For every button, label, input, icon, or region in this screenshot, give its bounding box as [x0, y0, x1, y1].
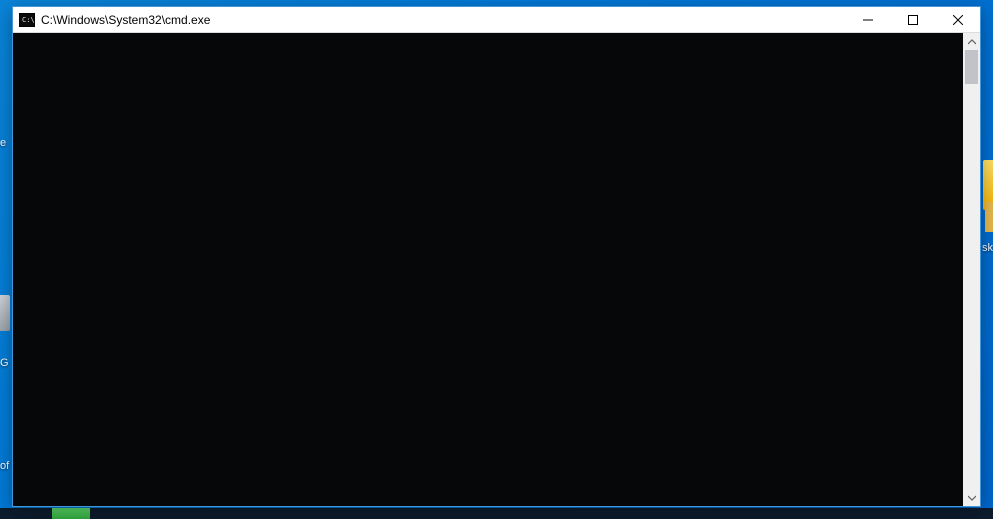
client-area: [13, 33, 980, 506]
chevron-up-icon: [968, 38, 976, 46]
minimize-button[interactable]: [845, 7, 890, 33]
close-button[interactable]: [935, 7, 980, 33]
maximize-button[interactable]: [890, 7, 935, 33]
scroll-down-button[interactable]: [963, 489, 980, 506]
vertical-scrollbar[interactable]: [963, 33, 980, 506]
desktop-label-fragment: G: [0, 357, 9, 369]
maximize-icon: [908, 15, 918, 25]
taskbar-item[interactable]: [52, 508, 90, 519]
scroll-track[interactable]: [963, 50, 980, 489]
taskbar[interactable]: [0, 508, 993, 519]
cmd-window: C:\ C:\Windows\System32\cmd.exe: [12, 6, 981, 507]
svg-text:C:\: C:\: [22, 16, 35, 24]
window-title: C:\Windows\System32\cmd.exe: [41, 7, 210, 33]
console-output[interactable]: [13, 33, 963, 506]
scroll-thumb[interactable]: [965, 50, 978, 84]
desktop-label-fragment: of: [0, 460, 9, 472]
cmd-icon: C:\: [19, 12, 35, 28]
desktop-icon-fragment: [985, 202, 993, 232]
desktop-label-fragment: sk: [982, 242, 993, 254]
desktop-label-fragment: e: [0, 137, 6, 149]
scroll-up-button[interactable]: [963, 33, 980, 50]
desktop-icon-fragment: [0, 295, 10, 331]
titlebar[interactable]: C:\ C:\Windows\System32\cmd.exe: [13, 7, 980, 33]
chevron-down-icon: [968, 494, 976, 502]
close-icon: [953, 15, 963, 25]
window-controls: [845, 7, 980, 32]
minimize-icon: [863, 15, 873, 25]
